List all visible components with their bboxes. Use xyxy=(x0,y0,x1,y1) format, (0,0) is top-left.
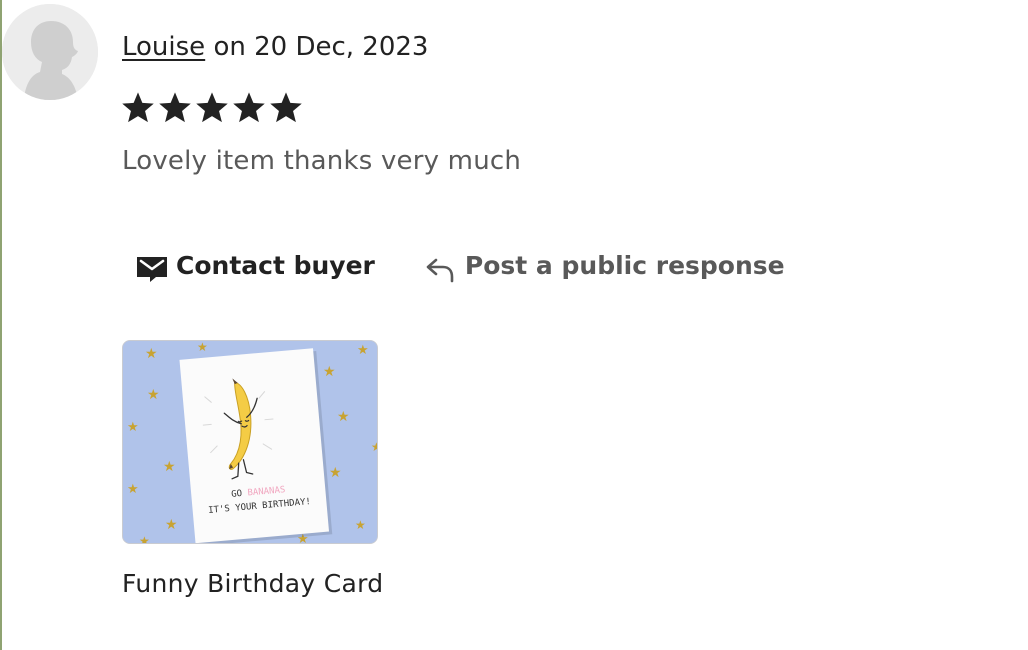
svg-text:★: ★ xyxy=(337,409,350,425)
post-public-response-label: Post a public response xyxy=(464,251,785,280)
review-meta: Louise on 20 Dec, 2023 xyxy=(122,30,428,64)
post-public-response-button[interactable]: Post a public response xyxy=(425,248,785,284)
contact-buyer-label: Contact buyer xyxy=(176,251,375,280)
svg-text:★: ★ xyxy=(165,517,178,533)
star-rating xyxy=(120,90,304,126)
review-date: on 20 Dec, 2023 xyxy=(213,32,429,62)
card-text-go: GO xyxy=(231,489,248,500)
svg-text:★: ★ xyxy=(127,420,139,435)
star-icon xyxy=(196,92,228,123)
item-thumbnail[interactable]: ★ ★ ★ ★ ★ ★ ★ ★ ★ ★ ★ ★ ★ ★ ★ xyxy=(122,340,378,544)
contact-buyer-button[interactable]: Contact buyer xyxy=(136,248,375,284)
svg-text:★: ★ xyxy=(329,465,342,481)
svg-text:★: ★ xyxy=(323,364,336,380)
star-icon xyxy=(122,92,154,123)
reply-arrow-icon xyxy=(426,258,454,283)
envelope-icon xyxy=(137,257,167,282)
svg-text:★: ★ xyxy=(147,387,160,403)
left-accent-rule xyxy=(0,0,2,650)
svg-text:★: ★ xyxy=(145,346,158,362)
review-actions: Contact buyer Post a public response xyxy=(136,248,785,284)
svg-text:★: ★ xyxy=(163,459,176,475)
svg-text:★: ★ xyxy=(197,341,208,354)
svg-text:★: ★ xyxy=(127,482,139,497)
star-icon xyxy=(233,92,265,123)
svg-text:★: ★ xyxy=(355,518,366,532)
review-text: Lovely item thanks very much xyxy=(122,146,522,176)
star-icon xyxy=(270,92,302,123)
reviewer-name-link[interactable]: Louise xyxy=(122,32,205,62)
svg-text:★: ★ xyxy=(139,534,150,544)
default-avatar-icon xyxy=(2,4,98,100)
svg-text:★: ★ xyxy=(357,343,369,358)
item-title-link[interactable]: Funny Birthday Card xyxy=(122,567,383,601)
svg-text:★: ★ xyxy=(371,440,378,454)
greeting-card: GO BANANAS IT'S YOUR BIRTHDAY! xyxy=(179,348,333,543)
star-icon xyxy=(159,92,191,123)
